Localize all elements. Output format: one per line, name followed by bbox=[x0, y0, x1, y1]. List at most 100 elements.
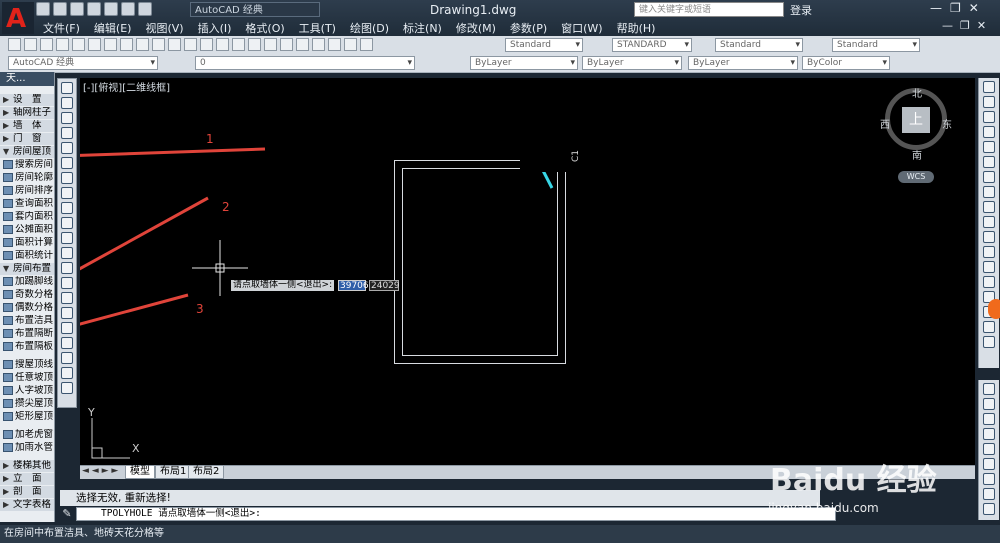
qnew-icon[interactable] bbox=[8, 38, 21, 51]
menu-edit[interactable]: 编辑(E) bbox=[87, 18, 139, 35]
compass-east[interactable]: 东 bbox=[942, 116, 952, 131]
text-style-dropdown[interactable]: Standard bbox=[505, 38, 583, 52]
pan-icon[interactable] bbox=[216, 38, 229, 51]
application-menu-button[interactable]: A bbox=[2, 2, 34, 34]
draw-tool-icon[interactable] bbox=[61, 82, 73, 94]
linetype-dropdown[interactable]: ByLayer bbox=[582, 56, 682, 70]
plot-icon[interactable] bbox=[56, 38, 69, 51]
modify-tool-icon[interactable] bbox=[983, 96, 995, 108]
draw-tool-icon[interactable] bbox=[61, 202, 73, 214]
draw-tool-icon[interactable] bbox=[61, 112, 73, 124]
tangent-tool-icon[interactable] bbox=[983, 383, 995, 395]
calculator-icon[interactable] bbox=[360, 38, 373, 51]
close-button[interactable]: ✕ bbox=[969, 1, 979, 15]
draw-tool-icon[interactable] bbox=[61, 337, 73, 349]
draw-tool-icon[interactable] bbox=[61, 367, 73, 379]
new-icon[interactable] bbox=[36, 2, 50, 16]
open-icon[interactable] bbox=[53, 2, 67, 16]
modify-tool-icon[interactable] bbox=[983, 321, 995, 333]
draw-tool-icon[interactable] bbox=[61, 322, 73, 334]
draw-tool-icon[interactable] bbox=[61, 277, 73, 289]
palette-item-area-stats[interactable]: 面积统计 bbox=[0, 250, 54, 262]
save-icon[interactable] bbox=[40, 38, 53, 51]
palette-item-place-fixtures[interactable]: 布置洁具 bbox=[0, 315, 54, 327]
doc-minimize-button[interactable]: — bbox=[942, 19, 953, 32]
menu-view[interactable]: 视图(V) bbox=[138, 18, 190, 35]
tangent-tool-icon[interactable] bbox=[983, 458, 995, 470]
menu-window[interactable]: 窗口(W) bbox=[554, 18, 609, 35]
viewcube-top-face[interactable]: 上 bbox=[902, 107, 930, 133]
properties-icon[interactable] bbox=[280, 38, 293, 51]
palette-item-search-roof-line[interactable]: 搜屋顶线 bbox=[0, 359, 54, 371]
draw-tool-icon[interactable] bbox=[61, 247, 73, 259]
palette-item-rect-roof[interactable]: 矩形屋顶 bbox=[0, 411, 54, 423]
sheet-set-icon[interactable] bbox=[328, 38, 341, 51]
login-button[interactable]: 登录 bbox=[790, 2, 812, 18]
tangent-tool-icon[interactable] bbox=[983, 428, 995, 440]
draw-tool-icon[interactable] bbox=[61, 382, 73, 394]
draw-tool-icon[interactable] bbox=[61, 97, 73, 109]
modify-tool-icon[interactable] bbox=[983, 201, 995, 213]
palette-item-room-outline[interactable]: 房间轮廓 bbox=[0, 172, 54, 184]
preview-icon[interactable] bbox=[72, 38, 85, 51]
palette-item-even-grid[interactable]: 偶数分格 bbox=[0, 302, 54, 314]
menu-insert[interactable]: 插入(I) bbox=[191, 18, 239, 35]
palette-item-place-panel[interactable]: 布置隔板 bbox=[0, 341, 54, 353]
tangent-tool-icon[interactable] bbox=[983, 413, 995, 425]
draw-tool-icon[interactable] bbox=[61, 157, 73, 169]
draw-tool-icon[interactable] bbox=[61, 232, 73, 244]
redo-icon[interactable] bbox=[138, 2, 152, 16]
palette-item-add-baseboard[interactable]: 加踢脚线 bbox=[0, 276, 54, 288]
modify-tool-icon[interactable] bbox=[983, 171, 995, 183]
draw-tool-icon[interactable] bbox=[61, 187, 73, 199]
palette-item-section[interactable]: ▶ 剖 面 bbox=[0, 486, 54, 498]
menu-modify[interactable]: 修改(M) bbox=[449, 18, 503, 35]
draw-tool-icon[interactable] bbox=[61, 262, 73, 274]
palette-item-query-area[interactable]: 查询面积 bbox=[0, 198, 54, 210]
copy-icon[interactable] bbox=[120, 38, 133, 51]
palette-item-unit-area[interactable]: 套内面积 bbox=[0, 211, 54, 223]
menu-file[interactable]: 文件(F) bbox=[36, 18, 87, 35]
block-editor-icon[interactable] bbox=[168, 38, 181, 51]
wcs-menu[interactable]: WCS bbox=[898, 171, 934, 183]
palette-item-axis-grid[interactable]: ▶ 轴网柱子 bbox=[0, 107, 54, 119]
menu-parametric[interactable]: 参数(P) bbox=[503, 18, 554, 35]
compass-north[interactable]: 北 bbox=[912, 85, 922, 100]
layer-dropdown[interactable]: 0 bbox=[195, 56, 415, 70]
modify-tool-icon[interactable] bbox=[983, 246, 995, 258]
palette-item-wall[interactable]: ▶ 墙 体 bbox=[0, 120, 54, 132]
dynamic-input-x[interactable]: 39706 bbox=[338, 280, 369, 291]
compass-west[interactable]: 西 bbox=[880, 116, 890, 131]
tab-model[interactable]: 模型 bbox=[125, 466, 155, 479]
modify-tool-icon[interactable] bbox=[983, 126, 995, 138]
modify-tool-icon[interactable] bbox=[983, 261, 995, 273]
tab-layout1[interactable]: 布局1 bbox=[155, 466, 192, 479]
menu-help[interactable]: 帮助(H) bbox=[610, 18, 663, 35]
dim-style-dropdown[interactable]: STANDARD bbox=[612, 38, 692, 52]
modify-tool-icon[interactable] bbox=[983, 111, 995, 123]
palette-item-search-room[interactable]: 搜索房间 bbox=[0, 159, 54, 171]
tangent-tool-icon[interactable] bbox=[983, 473, 995, 485]
compass-south[interactable]: 南 bbox=[912, 147, 922, 162]
markup-icon[interactable] bbox=[344, 38, 357, 51]
palette-item-shared-area[interactable]: 公摊面积 bbox=[0, 224, 54, 236]
palette-item-gable-roof[interactable]: 人字坡顶 bbox=[0, 385, 54, 397]
modify-tool-icon[interactable] bbox=[983, 156, 995, 168]
cut-icon[interactable] bbox=[104, 38, 117, 51]
modify-tool-icon[interactable] bbox=[983, 276, 995, 288]
command-line-input[interactable]: TPOLYHOLE 请点取墙体一侧<退出>: bbox=[76, 507, 836, 521]
modify-tool-icon[interactable] bbox=[983, 81, 995, 93]
match-properties-icon[interactable] bbox=[152, 38, 165, 51]
tangent-tool-icon[interactable] bbox=[983, 443, 995, 455]
palette-item-area-calc[interactable]: 面积计算 bbox=[0, 237, 54, 249]
saveas-icon[interactable] bbox=[87, 2, 101, 16]
drawing-canvas[interactable]: Y X bbox=[80, 78, 975, 465]
draw-tool-icon[interactable] bbox=[61, 172, 73, 184]
palette-item-settings[interactable]: ▶ 设 置 bbox=[0, 94, 54, 106]
plotstyle-dropdown[interactable]: ByColor bbox=[802, 56, 890, 70]
modify-tool-icon[interactable] bbox=[983, 336, 995, 348]
command-customize-icon[interactable]: ✎ bbox=[60, 507, 74, 521]
draw-tool-icon[interactable] bbox=[61, 127, 73, 139]
palette-item-pyramid-roof[interactable]: 攒尖屋顶 bbox=[0, 398, 54, 410]
menu-format[interactable]: 格式(O) bbox=[238, 18, 291, 35]
